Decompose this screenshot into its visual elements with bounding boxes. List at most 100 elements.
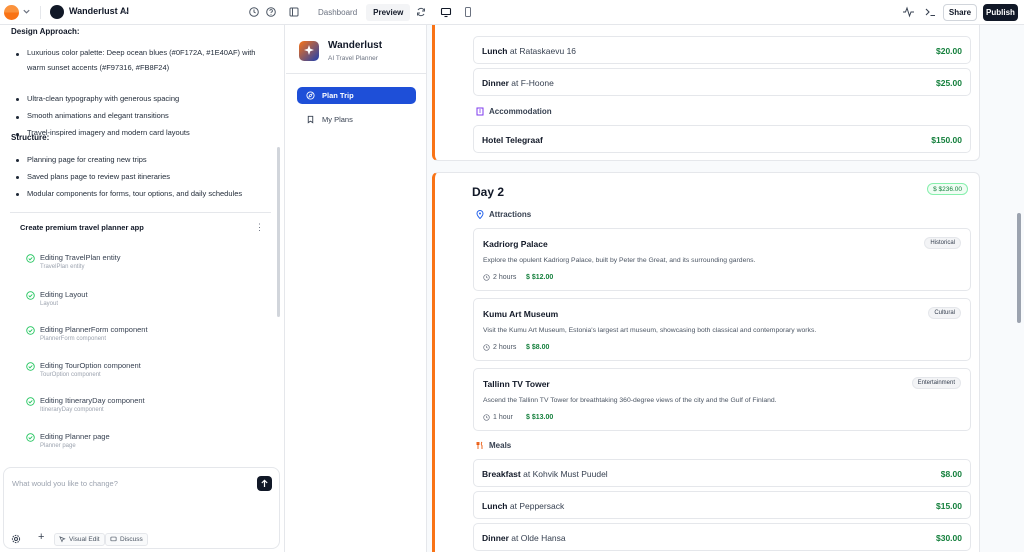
task-step-subtitle: TravelPlan entity — [40, 264, 85, 270]
mobile-icon[interactable] — [462, 6, 474, 18]
duration-text: 2 hours — [493, 344, 517, 351]
design-item: Travel-inspired imagery and modern card … — [27, 128, 190, 137]
check-circle-icon — [26, 326, 35, 335]
bookmark-icon — [307, 115, 314, 124]
day-title: Day 2 — [472, 185, 505, 199]
attraction-price: $ $12.00 — [526, 274, 554, 281]
chat-input-box: What would you like to change? + Visual … — [3, 467, 280, 549]
share-button[interactable]: Share — [943, 4, 977, 21]
app-title: Wanderlust — [328, 40, 383, 51]
meal-name: Breakfast at Kohvik Must Puudel — [482, 469, 608, 479]
attraction-duration: 2 hours — [483, 344, 516, 351]
tab-dashboard[interactable]: Dashboard — [311, 4, 364, 21]
compass-icon — [306, 91, 315, 100]
attraction-name: Tallinn TV Tower — [483, 379, 550, 389]
refresh-icon[interactable] — [415, 6, 427, 18]
cursor-icon — [59, 536, 66, 543]
bullet — [16, 159, 19, 162]
attraction-card[interactable]: Tallinn TV Tower Entertainment Ascend th… — [473, 368, 971, 431]
attraction-tag: Cultural — [928, 307, 961, 319]
meal-price: $8.00 — [940, 469, 962, 479]
activity-icon[interactable] — [902, 6, 915, 18]
structure-heading: Structure: — [11, 133, 50, 142]
hotel-price: $150.00 — [931, 135, 962, 145]
app-logo[interactable] — [4, 5, 19, 20]
meal-price: $30.00 — [936, 533, 962, 543]
help-icon[interactable] — [265, 6, 277, 18]
task-step-subtitle: Layout — [40, 301, 59, 307]
terminal-icon[interactable] — [924, 6, 937, 18]
project-icon — [50, 5, 64, 19]
structure-item: Saved plans page to review past itinerar… — [27, 172, 170, 181]
design-heading: Design Approach: — [11, 27, 80, 36]
desktop-icon[interactable] — [440, 6, 452, 18]
check-circle-icon — [26, 433, 35, 442]
meal-row: Dinner at Olde Hansa $30.00 — [473, 523, 971, 551]
more-options-icon[interactable]: ⋮ — [255, 222, 264, 233]
meal-type: Dinner — [482, 533, 509, 543]
chevron-down-icon[interactable] — [122, 8, 130, 16]
gear-icon[interactable] — [11, 534, 21, 544]
task-card-title: Create premium travel planner app — [20, 223, 144, 232]
meal-place: at F-Hoone — [511, 78, 554, 88]
structure-item: Modular components for forms, tour optio… — [27, 189, 243, 198]
attraction-description: Ascend the Tallinn TV Tower for breathta… — [483, 397, 777, 404]
bullet — [16, 98, 19, 101]
visual-edit-button[interactable]: Visual Edit — [54, 533, 105, 546]
duration-text: 1 hour — [493, 414, 513, 421]
history-icon[interactable] — [248, 6, 260, 18]
app-logo — [299, 41, 319, 61]
design-item: Ultra-clean typography with generous spa… — [27, 94, 180, 103]
sparkle-icon — [304, 45, 314, 55]
app-subtitle: AI Travel Planner — [328, 55, 378, 62]
discuss-button[interactable]: Discuss — [105, 533, 148, 546]
nav-plan-trip[interactable]: Plan Trip — [297, 87, 416, 104]
add-attachment-icon[interactable]: + — [38, 531, 44, 543]
attraction-card[interactable]: Kadriorg Palace Historical Explore the o… — [473, 228, 971, 291]
project-name[interactable]: Wanderlust AI — [69, 6, 129, 16]
task-step-subtitle: ItineraryDay component — [40, 407, 104, 413]
chat-scrollbar[interactable] — [277, 147, 280, 317]
discuss-label: Discuss — [120, 536, 143, 543]
send-button[interactable] — [257, 476, 272, 491]
attraction-tag: Entertainment — [911, 377, 961, 389]
publish-button[interactable]: Publish — [983, 4, 1018, 21]
meal-place: at Olde Hansa — [511, 533, 566, 543]
meal-price: $25.00 — [936, 78, 962, 88]
task-step-title: Editing TravelPlan entity — [40, 253, 121, 262]
check-circle-icon — [26, 254, 35, 263]
chevron-down-icon[interactable] — [22, 7, 31, 16]
itinerary-panel: Lunch at Rataskaevu 16 $20.00 Dinner at … — [427, 25, 1024, 552]
hotel-icon — [476, 107, 484, 116]
arrow-up-icon — [261, 479, 268, 487]
task-step-title: Editing TourOption component — [40, 361, 141, 370]
layout-icon[interactable] — [288, 6, 300, 18]
design-item: Smooth animations and elegant transition… — [27, 111, 169, 120]
day-total-badge: $ $236.00 — [927, 183, 968, 195]
price-text: $8.00 — [531, 344, 550, 351]
utensils-icon — [476, 441, 483, 449]
itinerary-scrollbar[interactable] — [1017, 213, 1021, 323]
nav-label: My Plans — [322, 115, 353, 124]
nav-my-plans[interactable]: My Plans — [297, 111, 416, 128]
meal-type: Dinner — [482, 78, 509, 88]
meal-place: at Rataskaevu 16 — [509, 46, 577, 56]
tab-preview[interactable]: Preview — [366, 4, 411, 21]
attraction-duration: 2 hours — [483, 274, 516, 281]
task-step-title: Editing Layout — [40, 290, 88, 299]
meal-row: Lunch at Peppersack $15.00 — [473, 491, 971, 519]
task-step-subtitle: PlannerForm component — [40, 336, 107, 342]
meal-type: Breakfast — [482, 469, 521, 479]
meal-type: Lunch — [482, 501, 508, 511]
meal-name: Dinner at F-Hoone — [482, 78, 554, 88]
bullet — [16, 193, 19, 196]
price-text: $13.00 — [531, 414, 554, 421]
check-circle-icon — [26, 397, 35, 406]
meal-row: Lunch at Rataskaevu 16 $20.00 — [473, 36, 971, 64]
app-sidebar: Wanderlust AI Travel Planner Plan Trip M… — [286, 25, 427, 552]
clock-icon — [483, 344, 490, 351]
meal-row: Dinner at F-Hoone $25.00 — [473, 68, 971, 96]
chat-input[interactable]: What would you like to change? — [12, 479, 118, 488]
attraction-card[interactable]: Kumu Art Museum Cultural Visit the Kumu … — [473, 298, 971, 361]
attraction-name: Kumu Art Museum — [483, 309, 559, 319]
